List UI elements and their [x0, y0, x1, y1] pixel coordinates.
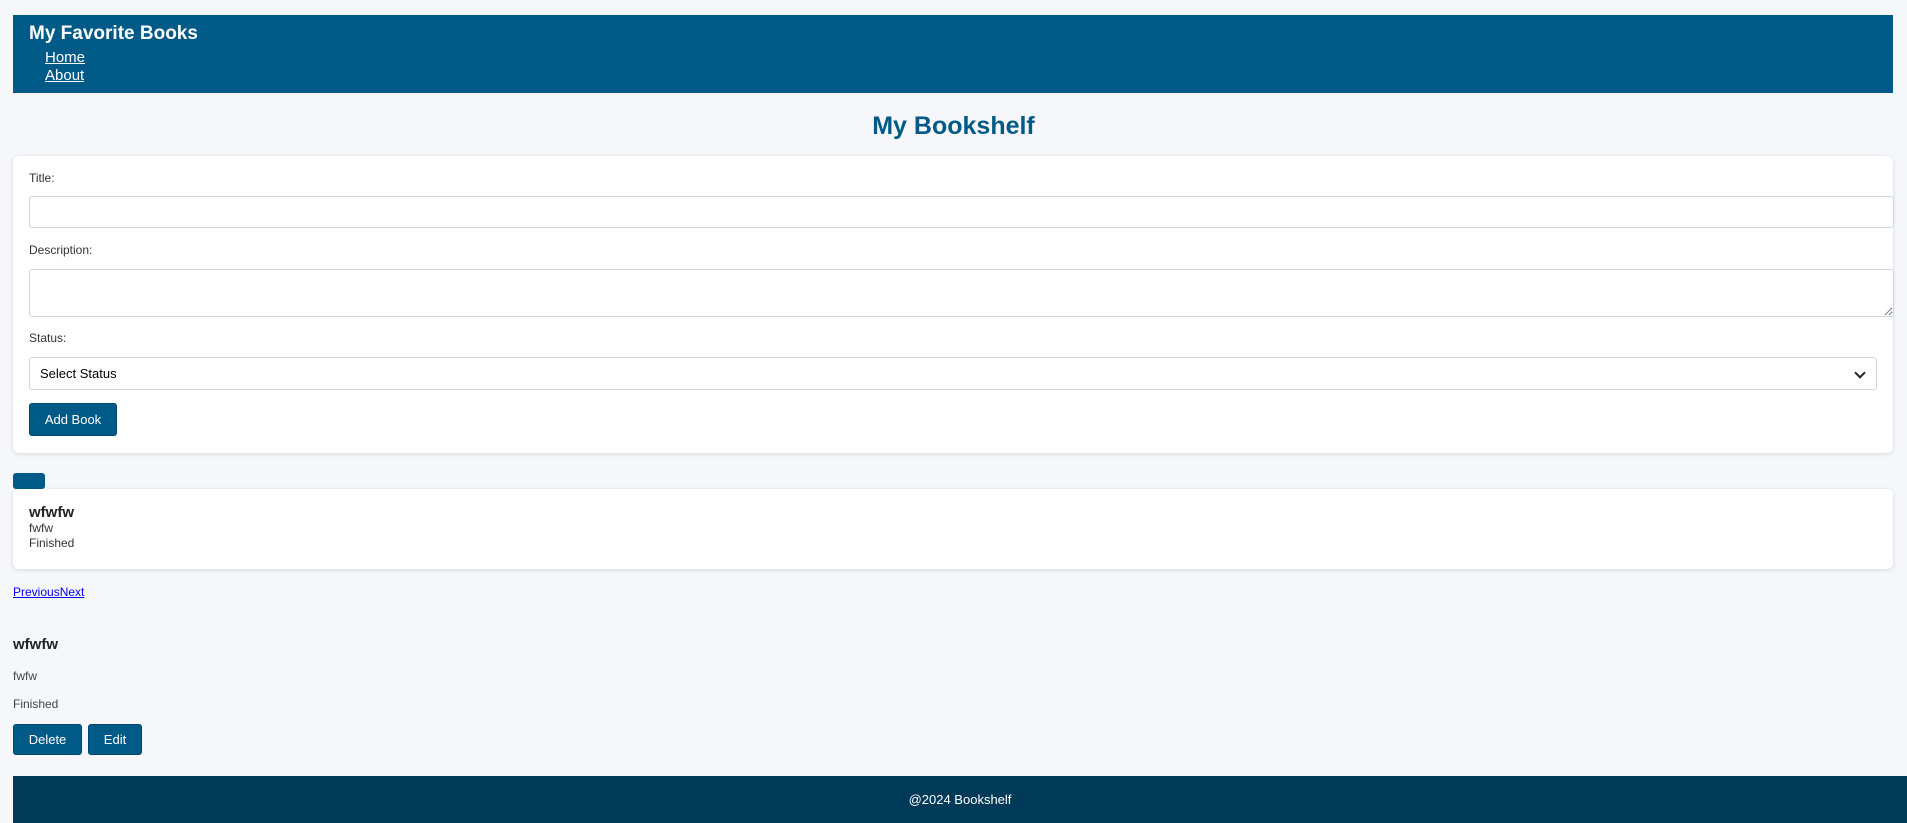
main-nav: Home About [29, 49, 1877, 85]
detail-title: wfwfw [13, 636, 58, 653]
detail-status: Finished [13, 697, 59, 711]
status-label: Status: [29, 331, 67, 345]
previous-link[interactable]: Previous [13, 585, 60, 599]
chevron-down-icon [1854, 368, 1866, 380]
book-title: wfwfw [29, 504, 74, 521]
site-footer: @2024 Bookshelf [13, 776, 1907, 823]
title-label: Title: [29, 171, 55, 185]
next-link[interactable]: Next [60, 585, 85, 599]
description-label: Description: [29, 243, 93, 257]
nav-link-about[interactable]: About [45, 67, 1877, 85]
edit-button[interactable]: Edit [88, 724, 142, 755]
nav-link-home[interactable]: Home [45, 49, 1877, 67]
small-action-button[interactable] [13, 473, 45, 489]
detail-description: fwfw [13, 669, 37, 683]
book-card[interactable]: wfwfw fwfw Finished [13, 489, 1893, 569]
detail-actions: Delete Edit [13, 724, 142, 755]
book-detail: wfwfw fwfw Finished Delete Edit [13, 636, 142, 755]
book-description: fwfw [29, 521, 53, 535]
status-selected-value: Select Status [40, 366, 117, 381]
delete-button[interactable]: Delete [13, 724, 82, 755]
description-textarea[interactable] [29, 269, 1894, 317]
add-book-form: Title: Description: Status: Select Statu… [13, 156, 1894, 453]
page-title: My Bookshelf [872, 112, 1035, 140]
add-book-button[interactable]: Add Book [29, 403, 117, 436]
status-select[interactable]: Select Status [29, 357, 1877, 390]
title-input[interactable] [29, 196, 1894, 228]
pagination: PreviousNext [13, 585, 84, 599]
book-status: Finished [29, 536, 75, 550]
site-header: My Favorite Books Home About [13, 15, 1893, 93]
site-brand: My Favorite Books [29, 23, 198, 44]
footer-text: @2024 Bookshelf [908, 792, 1012, 807]
